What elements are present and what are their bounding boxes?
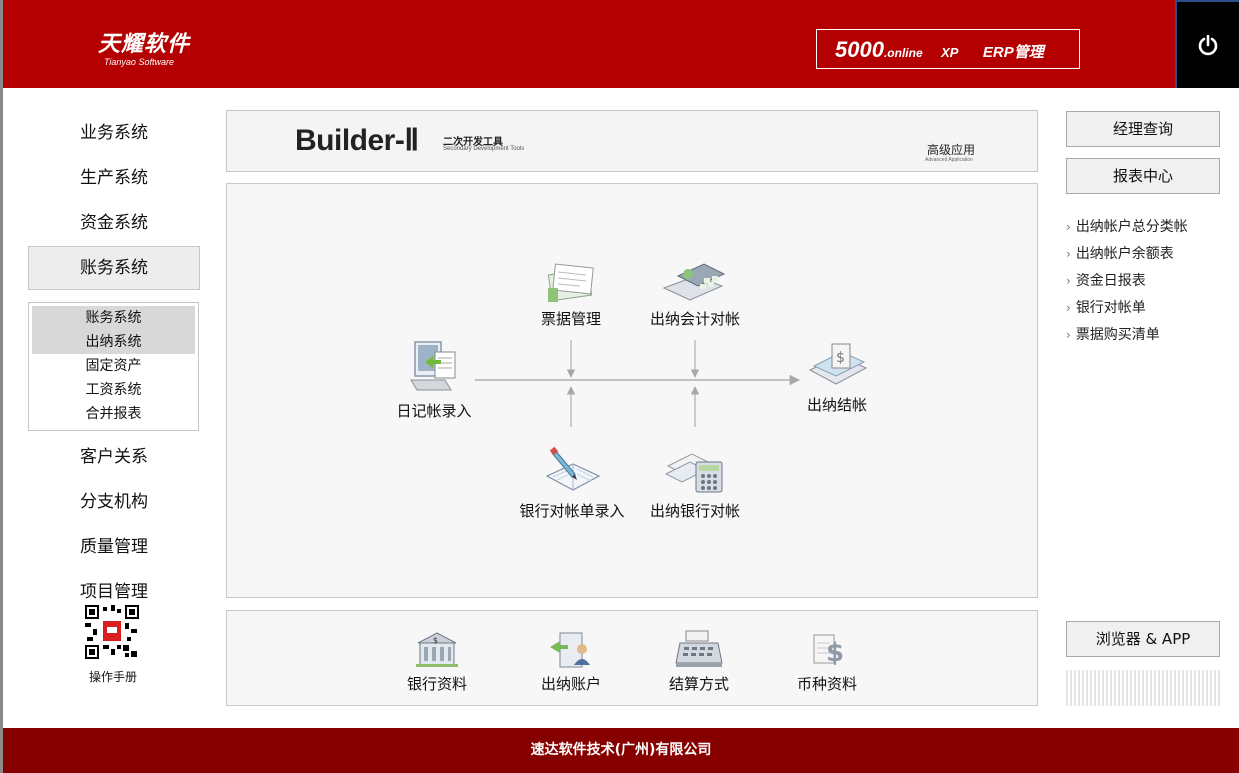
closing-documents-icon: $: [808, 343, 868, 385]
report-link-bank-statement[interactable]: › 银行对帐单: [1066, 297, 1236, 324]
power-button[interactable]: [1175, 0, 1239, 88]
submenu-fixed-assets[interactable]: 固定资产: [32, 354, 195, 378]
node-cashier-bank-reconcile[interactable]: 出纳银行对帐: [645, 446, 745, 521]
node-bank-statement-entry[interactable]: 银行对帐单录入: [512, 446, 632, 521]
chevron-right-icon: ›: [1066, 220, 1071, 234]
bill-management-label: 票据管理: [540, 310, 601, 328]
submenu-payroll[interactable]: 工资系统: [32, 378, 195, 402]
svg-text:$: $: [836, 350, 845, 366]
logo-en: Tianyao Software: [104, 57, 174, 67]
qr-code-icon[interactable]: [85, 605, 139, 659]
bills-icon: [547, 263, 594, 302]
logo-cn: 天耀软件: [98, 32, 191, 57]
builder-subtitle-en: Secondary Development Tools: [443, 146, 525, 152]
svg-text:$: $: [433, 636, 438, 645]
report-link-cashier-ledger[interactable]: › 出纳帐户总分类帐: [1066, 216, 1236, 243]
node-diary-entry[interactable]: 日记帐录入: [389, 336, 479, 421]
nav-fund-system[interactable]: 资金系统: [28, 203, 200, 243]
currency-info-label: 币种资料: [796, 675, 857, 693]
flow-connectors: [475, 340, 801, 427]
header: 天耀软件 Tianyao Software 5000.online XP ERP…: [3, 0, 1239, 88]
bank-info-label: 银行资料: [406, 675, 467, 693]
report-link-cashier-balance[interactable]: › 出纳帐户余额表: [1066, 243, 1236, 270]
report-link-label: 出纳帐户总分类帐: [1075, 219, 1188, 235]
submenu-accounting[interactable]: 账务系统: [32, 306, 195, 330]
currency-info-button[interactable]: $ 币种资料: [789, 629, 865, 694]
manual-label[interactable]: 操作手册: [73, 668, 153, 685]
cashier-account-button[interactable]: 出纳账户: [533, 629, 609, 694]
app-window: 天耀软件 Tianyao Software 5000.online XP ERP…: [0, 0, 1239, 773]
footer-company: 速达软件技术(广州)有限公司: [3, 728, 1239, 773]
browser-app-button[interactable]: 浏览器 & APP: [1066, 621, 1220, 657]
diary-entry-label: 日记帐录入: [396, 402, 472, 420]
chevron-right-icon: ›: [1066, 328, 1071, 342]
brand-online: .online: [883, 46, 923, 60]
chevron-right-icon: ›: [1066, 247, 1071, 261]
advanced-application-en: Advanced Application: [925, 157, 973, 163]
cash-register-icon: [675, 630, 723, 667]
advanced-application-cn[interactable]: 高级应用: [927, 141, 975, 158]
report-links: › 出纳帐户总分类帐 › 出纳帐户余额表 › 资金日报表 › 银行对帐单 › 票据购买清单: [1066, 216, 1236, 351]
node-cashier-accounting-reconcile[interactable]: 出纳会计对帐: [645, 258, 745, 329]
cashier-bank-reconcile-label: 出纳银行对帐: [649, 502, 740, 520]
decorative-pattern: [1066, 670, 1220, 706]
nav-quality-management[interactable]: 质量管理: [28, 527, 200, 567]
bank-info-button[interactable]: $ 银行资料: [399, 629, 475, 694]
nav-customer-relations[interactable]: 客户关系: [28, 437, 200, 477]
pen-notebook-icon: [545, 446, 601, 491]
cashier-closing-label: 出纳结帐: [806, 396, 867, 414]
bank-building-icon: $: [416, 632, 458, 667]
report-center-button[interactable]: 报表中心: [1066, 158, 1220, 194]
chevron-right-icon: ›: [1066, 274, 1071, 288]
chevron-right-icon: ›: [1066, 301, 1071, 315]
user-door-icon: [550, 632, 590, 668]
brand-erp: ERP管理: [982, 44, 1044, 61]
basic-data-panel: $ 银行资料 出纳账户 结算方式 $ 币种资料: [226, 610, 1038, 706]
brand-xp: XP: [941, 45, 959, 60]
manager-query-button[interactable]: 经理查询: [1066, 111, 1220, 147]
report-link-fund-daily[interactable]: › 资金日报表: [1066, 270, 1236, 297]
nav-accounting-system[interactable]: 账务系统: [28, 246, 200, 290]
accounting-submenu: 账务系统 出纳系统 固定资产 工资系统 合并报表: [28, 302, 199, 431]
computer-document-icon: [410, 341, 456, 391]
cashier-account-label: 出纳账户: [540, 675, 601, 693]
report-link-label: 银行对帐单: [1075, 300, 1146, 316]
dollar-document-icon: $: [813, 634, 844, 668]
svg-text:$: $: [826, 638, 844, 668]
bank-statement-entry-label: 银行对帐单录入: [519, 502, 625, 520]
node-cashier-closing[interactable]: $ 出纳结帐: [797, 342, 877, 415]
nav-business-system[interactable]: 业务系统: [28, 113, 200, 153]
settlement-method-button[interactable]: 结算方式: [661, 629, 737, 694]
power-icon: [1198, 34, 1218, 56]
node-bill-management[interactable]: 票据管理: [525, 258, 617, 329]
cashier-flow-panel: 日记帐录入 票据管理 出纳会计对帐 $ 出纳结帐 银行对帐单录入 出纳银行对帐: [226, 183, 1038, 598]
builder-banner[interactable]: Builder-Ⅱ 二次开发工具 Secondary Development T…: [226, 110, 1038, 172]
company-logo: 天耀软件 Tianyao Software: [98, 26, 190, 67]
cashier-accounting-reconcile-label: 出纳会计对帐: [649, 310, 740, 328]
product-brand: 5000.online XP ERP管理: [816, 29, 1080, 69]
submenu-consolidated-reports[interactable]: 合并报表: [32, 402, 195, 426]
settlement-method-label: 结算方式: [668, 675, 729, 693]
brand-number: 5000: [835, 37, 884, 62]
builder-title: Builder-Ⅱ: [295, 124, 419, 157]
report-link-bill-purchase[interactable]: › 票据购买清单: [1066, 324, 1236, 351]
calculator-ledger-icon: [662, 258, 726, 301]
nav-branch-offices[interactable]: 分支机构: [28, 482, 200, 522]
submenu-cashier[interactable]: 出纳系统: [32, 330, 195, 354]
calculator-papers-icon: [664, 453, 723, 493]
report-link-label: 票据购买清单: [1075, 327, 1160, 343]
report-link-label: 出纳帐户余额表: [1075, 246, 1174, 262]
nav-production-system[interactable]: 生产系统: [28, 158, 200, 198]
report-link-label: 资金日报表: [1075, 273, 1146, 289]
